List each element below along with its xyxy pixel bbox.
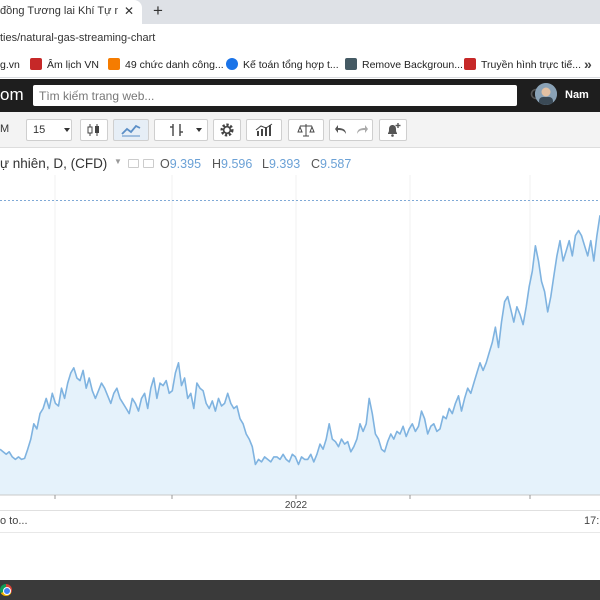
- user-name[interactable]: Nam: [565, 89, 589, 101]
- google-icon: [226, 58, 238, 70]
- x-tick-label: 2022: [285, 500, 308, 510]
- bookmark-item[interactable]: 49 chức danh công...: [108, 57, 224, 73]
- chevron-down-icon: [196, 128, 202, 132]
- time-label: 17:: [584, 515, 600, 527]
- undo-icon[interactable]: [334, 124, 348, 136]
- symbol-title[interactable]: ự nhiên, D, (CFD): [0, 156, 107, 171]
- price-area: [0, 215, 600, 496]
- line-chart-icon: [121, 124, 141, 137]
- browser-tab-strip: đồng Tương lai Khí Tự nhiên ✕ +: [0, 0, 600, 24]
- bookmarks-bar: g.vn Âm lịch VN 49 chức danh công... Kế …: [0, 52, 600, 78]
- avatar[interactable]: [535, 83, 557, 105]
- indicators-icon: [255, 123, 273, 136]
- bookmark-item[interactable]: Remove Backgroun...: [345, 57, 463, 73]
- url-text[interactable]: ties/natural-gas-streaming-chart: [0, 32, 155, 44]
- line-chart-button[interactable]: [113, 119, 149, 141]
- interval-value: 15: [33, 124, 46, 136]
- high-value: H9.596: [212, 157, 253, 171]
- bookmark-label: Truyền hình trực tiế...: [481, 59, 582, 71]
- bookmark-item[interactable]: Truyền hình trực tiế...: [464, 57, 581, 73]
- bookmark-label: g.vn: [0, 59, 20, 71]
- bookmark-label: Âm lịch VN: [47, 59, 99, 71]
- chrome-icon[interactable]: [0, 584, 12, 596]
- open-value: O9.395: [160, 157, 202, 171]
- undo-redo-group: [329, 119, 373, 141]
- chart-bottom-bar: o to... 17:: [0, 510, 600, 532]
- candlestick-icon: [87, 124, 99, 136]
- tv-icon: [464, 58, 476, 70]
- bookmark-label: Kế toán tổng hợp t...: [243, 59, 339, 71]
- price-chart[interactable]: 2022: [0, 175, 600, 510]
- bookmark-favicon-icon: [108, 58, 120, 70]
- scales-icon: [297, 124, 315, 137]
- candlestick-button[interactable]: [80, 119, 108, 141]
- chart-canvas[interactable]: 2022: [0, 175, 600, 510]
- chart-legend: ự nhiên, D, (CFD) ▼ O9.395 H9.596 L9.393…: [0, 154, 600, 174]
- bar-style-button[interactable]: [154, 119, 208, 141]
- bookmarks-more-icon[interactable]: »: [584, 57, 592, 71]
- chart-toolbar: M 15: [0, 112, 600, 148]
- tab-close-icon[interactable]: ✕: [121, 3, 137, 19]
- browser-tab[interactable]: đồng Tương lai Khí Tự nhiên ✕: [0, 0, 142, 24]
- bookmark-item[interactable]: g.vn: [0, 57, 20, 73]
- site-header: om Nam: [0, 79, 600, 112]
- eye-icon[interactable]: [128, 159, 139, 168]
- bell-plus-icon: [388, 123, 401, 137]
- address-bar[interactable]: ties/natural-gas-streaming-chart: [0, 24, 600, 52]
- low-value: L9.393: [262, 157, 301, 171]
- timeframe-button[interactable]: M: [0, 123, 9, 135]
- redo-icon[interactable]: [355, 124, 369, 136]
- bookmark-item[interactable]: Kế toán tổng hợp t...: [226, 57, 339, 73]
- bookmark-label: 49 chức danh công...: [125, 59, 224, 71]
- compare-button[interactable]: [288, 119, 324, 141]
- graduation-cap-icon: [345, 58, 357, 70]
- add-alert-button[interactable]: [379, 119, 407, 141]
- settings-button[interactable]: [213, 119, 241, 141]
- settings-icon[interactable]: [143, 159, 154, 168]
- calendar-icon: [30, 58, 42, 70]
- page-content-below: [0, 532, 600, 580]
- go-to-date-button[interactable]: o to...: [0, 515, 28, 527]
- chevron-down-icon: [64, 128, 70, 132]
- ohlc-bars-icon: [170, 124, 183, 136]
- chevron-down-icon[interactable]: ▼: [114, 157, 122, 166]
- new-tab-button[interactable]: +: [149, 2, 167, 20]
- gear-icon: [220, 123, 234, 137]
- tab-title: đồng Tương lai Khí Tự nhiên: [0, 5, 118, 17]
- os-taskbar: [0, 580, 600, 600]
- interval-select[interactable]: 15: [26, 119, 72, 141]
- bookmark-item[interactable]: Âm lịch VN: [30, 57, 99, 73]
- search-input[interactable]: [39, 87, 489, 104]
- bookmark-label: Remove Backgroun...: [362, 59, 463, 71]
- close-value: C9.587: [311, 157, 352, 171]
- search-box: [33, 85, 544, 106]
- indicators-button[interactable]: [246, 119, 282, 141]
- site-logo[interactable]: om: [0, 85, 24, 105]
